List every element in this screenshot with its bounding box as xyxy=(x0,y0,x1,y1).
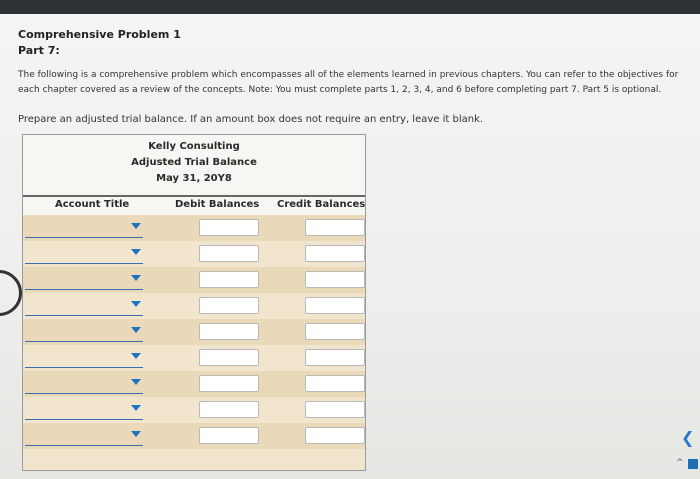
chevron-down-icon[interactable] xyxy=(131,327,141,333)
trial-balance-rows xyxy=(23,215,365,470)
table-row xyxy=(23,215,365,241)
credit-amount-input[interactable] xyxy=(305,375,365,392)
table-row xyxy=(23,371,365,397)
account-title-dropdown[interactable] xyxy=(25,375,143,394)
browser-top-bar xyxy=(0,0,700,14)
app-tray-icon[interactable] xyxy=(688,459,698,469)
debit-amount-input[interactable] xyxy=(199,245,259,262)
debit-amount-input[interactable] xyxy=(199,401,259,418)
chevron-down-icon[interactable] xyxy=(131,275,141,281)
table-row xyxy=(23,345,365,371)
adjusted-trial-balance-table: Kelly Consulting Adjusted Trial Balance … xyxy=(22,134,366,471)
chevron-down-icon[interactable] xyxy=(131,379,141,385)
intro-line-2: each chapter covered as a review of the … xyxy=(18,85,662,95)
table-row xyxy=(23,241,365,267)
table-row xyxy=(23,397,365,423)
instruction-text: Prepare an adjusted trial balance. If an… xyxy=(18,114,484,125)
table-row xyxy=(23,293,365,319)
credit-amount-input[interactable] xyxy=(305,401,365,418)
chevron-down-icon[interactable] xyxy=(131,301,141,307)
credit-amount-input[interactable] xyxy=(305,245,365,262)
account-title-dropdown[interactable] xyxy=(25,323,143,342)
intro-line-1: The following is a comprehensive problem… xyxy=(18,70,679,80)
statement-name: Adjusted Trial Balance xyxy=(131,157,257,168)
debit-amount-input[interactable] xyxy=(199,219,259,236)
debit-amount-input[interactable] xyxy=(199,349,259,366)
account-title-dropdown[interactable] xyxy=(25,271,143,290)
credit-amount-input[interactable] xyxy=(305,349,365,366)
part-label: Part 7: xyxy=(18,44,60,57)
chevron-down-icon[interactable] xyxy=(131,353,141,359)
caret-up-icon: ^ xyxy=(676,458,684,468)
chevron-down-icon[interactable] xyxy=(131,405,141,411)
chevron-down-icon[interactable] xyxy=(131,431,141,437)
header-divider xyxy=(23,195,365,197)
partial-circle-icon xyxy=(0,270,22,316)
account-title-dropdown[interactable] xyxy=(25,401,143,420)
debit-amount-input[interactable] xyxy=(199,271,259,288)
debit-amount-input[interactable] xyxy=(199,375,259,392)
table-row xyxy=(23,319,365,345)
account-title-dropdown[interactable] xyxy=(25,245,143,264)
statement-date: May 31, 20Y8 xyxy=(156,173,232,184)
table-row xyxy=(23,423,365,449)
credit-amount-input[interactable] xyxy=(305,271,365,288)
credit-amount-input[interactable] xyxy=(305,427,365,444)
account-title-dropdown[interactable] xyxy=(25,427,143,446)
company-name: Kelly Consulting xyxy=(148,141,240,152)
table-row xyxy=(23,267,365,293)
column-header-debit: Debit Balances xyxy=(175,199,260,210)
account-title-dropdown[interactable] xyxy=(25,297,143,316)
account-title-dropdown[interactable] xyxy=(25,219,143,238)
column-header-account-title: Account Title xyxy=(55,199,130,210)
credit-amount-input[interactable] xyxy=(305,297,365,314)
chevron-left-icon[interactable]: ❮ xyxy=(681,428,694,447)
debit-amount-input[interactable] xyxy=(199,323,259,340)
chevron-down-icon[interactable] xyxy=(131,223,141,229)
account-title-dropdown[interactable] xyxy=(25,349,143,368)
debit-amount-input[interactable] xyxy=(199,297,259,314)
credit-amount-input[interactable] xyxy=(305,219,365,236)
problem-title: Comprehensive Problem 1 xyxy=(18,28,181,41)
debit-amount-input[interactable] xyxy=(199,427,259,444)
credit-amount-input[interactable] xyxy=(305,323,365,340)
chevron-down-icon[interactable] xyxy=(131,249,141,255)
column-header-credit: Credit Balances xyxy=(277,199,366,210)
